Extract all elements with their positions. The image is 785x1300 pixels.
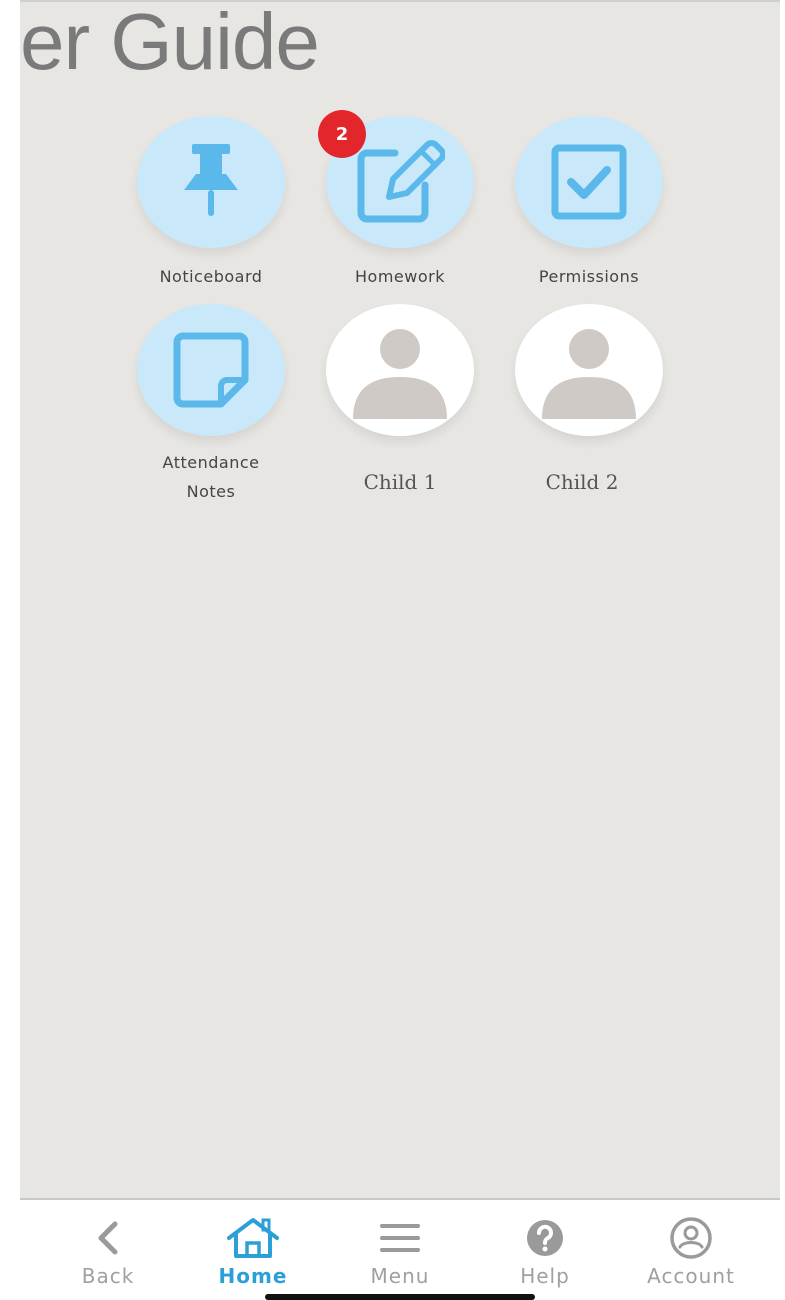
chevron-left-icon (98, 1221, 118, 1255)
tab-home[interactable]: Home (198, 1216, 308, 1288)
tile-noticeboard-circle (137, 116, 285, 248)
tile-label: Noticeboard (159, 267, 263, 286)
tab-label: Help (520, 1264, 570, 1288)
page-title: er Guide (20, 0, 320, 86)
tile-child-1[interactable]: Child 1 (315, 304, 485, 497)
notification-badge: 2 (318, 110, 366, 158)
app-screen: er Guide Noticeboard 2 Homework Permissi… (20, 0, 780, 1200)
tile-label: Permissions (538, 267, 640, 286)
tile-attendance-notes[interactable]: Attendance Notes (126, 304, 296, 506)
tab-back[interactable]: Back (53, 1216, 163, 1288)
user-circle-icon (670, 1217, 712, 1259)
tile-permissions-circle (515, 116, 663, 248)
edit-note-icon (357, 140, 445, 223)
tile-attendance-notes-circle (137, 304, 285, 436)
tab-account[interactable]: Account (636, 1216, 746, 1288)
tile-permissions[interactable]: Permissions (504, 116, 674, 291)
tile-homework-circle: 2 (318, 110, 474, 248)
tile-child-2[interactable]: Child 2 (504, 304, 674, 497)
checkbox-icon (551, 144, 627, 220)
hamburger-menu-icon (380, 1224, 420, 1252)
sticky-note-icon (173, 332, 249, 408)
tab-help[interactable]: Help (490, 1216, 600, 1288)
tile-noticeboard[interactable]: Noticeboard (126, 116, 296, 291)
bottom-tab-bar: Back Home Menu Help Account (0, 1200, 785, 1300)
tile-label: Child 2 (545, 470, 619, 494)
child-1-avatar (326, 304, 474, 436)
person-avatar-icon (353, 329, 447, 419)
tile-label: Child 1 (363, 470, 437, 494)
tile-label: Homework (355, 267, 445, 286)
tab-label: Account (647, 1264, 735, 1288)
question-circle-icon (527, 1220, 563, 1256)
tab-label: Home (218, 1264, 288, 1288)
pushpin-icon (184, 144, 238, 216)
tab-label: Back (81, 1264, 135, 1288)
tab-label: Menu (370, 1264, 430, 1288)
tile-label: Attendance Notes (162, 453, 260, 501)
tab-menu[interactable]: Menu (345, 1216, 455, 1288)
child-2-avatar (515, 304, 663, 436)
home-indicator (265, 1294, 535, 1300)
tile-homework[interactable]: 2 Homework (315, 110, 485, 291)
home-icon (227, 1218, 279, 1258)
person-avatar-icon (542, 329, 636, 419)
